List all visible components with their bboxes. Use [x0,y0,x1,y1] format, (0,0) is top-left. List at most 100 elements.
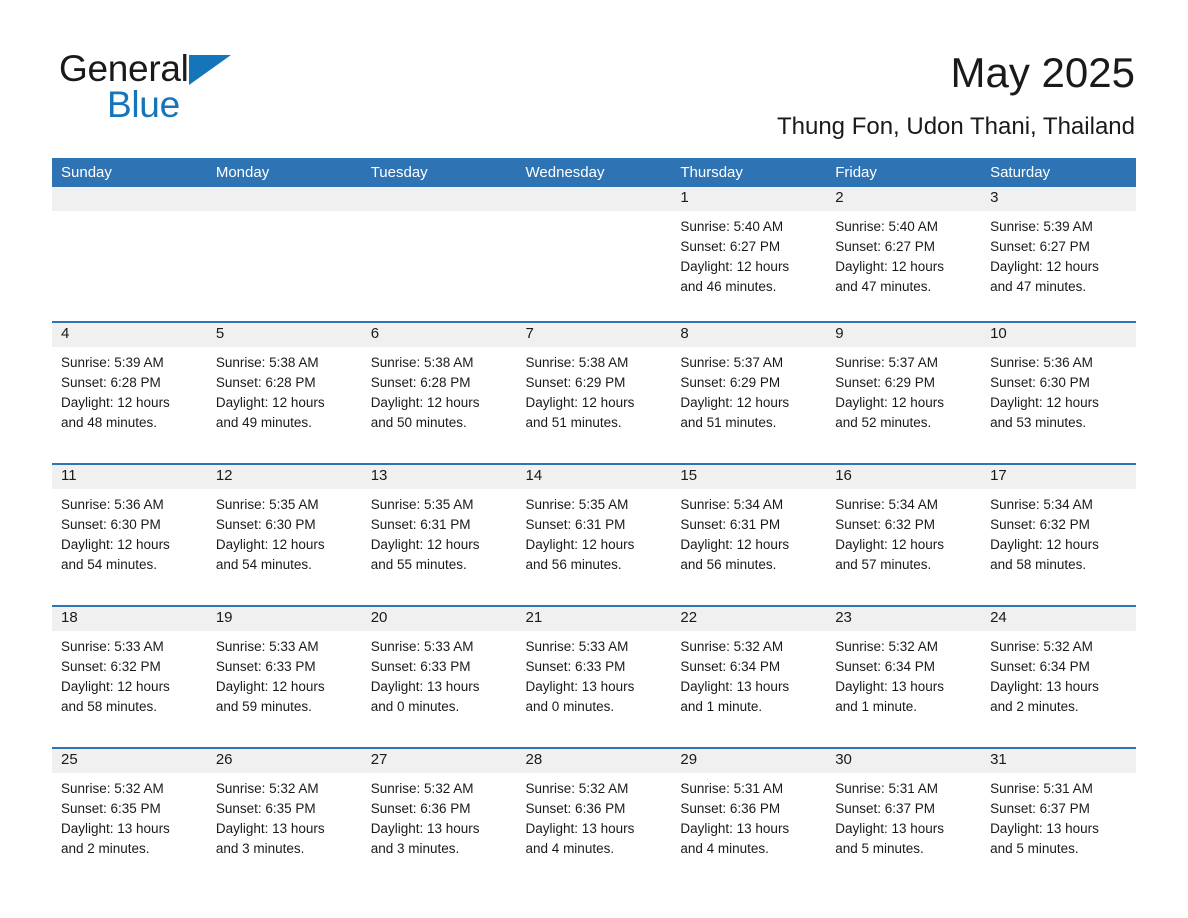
day-number: 10 [981,323,1136,347]
day-detail-line: Sunrise: 5:33 AM [370,639,474,654]
day-detail-line: Sunrise: 5:38 AM [370,355,474,370]
day-detail-line: Sunrise: 5:36 AM [990,355,1093,370]
day-details: Sunrise: 5:32 AM Sunset: 6:34 PM Daylight:… [671,631,826,747]
day-cell[interactable]: 30 Sunrise: 5:31 AM Sunset: 6:37 PM Dayligh… [826,749,982,889]
day-detail-line: Daylight: 12 hours [990,259,1099,274]
day-cell[interactable]: 21 Sunrise: 5:33 AM Sunset: 6:33 PM Dayligh… [516,607,672,747]
day-detail-line: Sunset: 6:36 PM [370,801,471,816]
day-cell[interactable]: 24 Sunrise: 5:32 AM Sunset: 6:34 PM Dayligh… [981,607,1136,747]
day-detail-line: and 58 minutes. [61,699,158,714]
day-cell[interactable]: 25 Sunrise: 5:32 AM Sunset: 6:35 PM Dayligh… [52,749,207,889]
day-number [361,187,517,211]
day-cell[interactable]: 12 Sunrise: 5:35 AM Sunset: 6:30 PM Dayligh… [206,465,362,605]
day-number [52,187,207,211]
day-detail-line: and 47 minutes. [990,279,1087,294]
day-detail-line: and 2 minutes. [61,841,150,856]
day-cell[interactable]: 4 Sunrise: 5:39 AM Sunset: 6:28 PM Daylight… [52,323,207,463]
day-cell[interactable]: 15 Sunrise: 5:34 AM Sunset: 6:31 PM Dayligh… [671,465,827,605]
day-cell-empty [206,187,362,321]
day-cell[interactable]: 14 Sunrise: 5:35 AM Sunset: 6:31 PM Dayligh… [516,465,672,605]
day-cell[interactable]: 23 Sunrise: 5:32 AM Sunset: 6:34 PM Dayligh… [826,607,982,747]
day-details: Sunrise: 5:38 AM Sunset: 6:28 PM Daylight:… [207,347,362,463]
day-cell[interactable]: 28 Sunrise: 5:32 AM Sunset: 6:36 PM Dayligh… [516,749,672,889]
day-details: Sunrise: 5:37 AM Sunset: 6:29 PM Daylight:… [826,347,981,463]
day-details: Sunrise: 5:35 AM Sunset: 6:31 PM Daylight:… [362,489,517,605]
day-detail-line: Sunset: 6:27 PM [990,239,1090,254]
day-detail-line: Sunset: 6:28 PM [370,375,471,390]
day-detail-line: Sunset: 6:33 PM [215,659,316,674]
day-number: 30 [826,749,982,773]
day-cell[interactable]: 27 Sunrise: 5:32 AM Sunset: 6:36 PM Dayligh… [361,749,517,889]
day-cell[interactable]: 2 Sunrise: 5:40 AM Sunset: 6:27 PM Daylight… [826,187,982,321]
day-cell[interactable]: 20 Sunrise: 5:33 AM Sunset: 6:33 PM Dayligh… [361,607,517,747]
day-cell[interactable]: 31 Sunrise: 5:31 AM Sunset: 6:37 PM Dayligh… [981,749,1136,889]
calendar-page: General Blue May 2025 Thung Fon, Udon Th… [0,0,1188,918]
day-detail-line: Daylight: 13 hours [680,679,790,694]
day-cell[interactable]: 6 Sunrise: 5:38 AM Sunset: 6:28 PM Daylight… [361,323,517,463]
weekday-header-monday: Monday [215,164,270,181]
day-number: 18 [52,607,207,631]
day-cell[interactable]: 7 Sunrise: 5:38 AM Sunset: 6:29 PM Daylight… [516,323,672,463]
day-cell[interactable]: 26 Sunrise: 5:32 AM Sunset: 6:35 PM Dayligh… [206,749,362,889]
day-cell[interactable]: 5 Sunrise: 5:38 AM Sunset: 6:28 PM Daylight… [206,323,362,463]
day-cell[interactable]: 10 Sunrise: 5:36 AM Sunset: 6:30 PM Dayligh… [981,323,1136,463]
day-detail-line: Sunset: 6:32 PM [835,517,936,532]
day-cell[interactable]: 18 Sunrise: 5:33 AM Sunset: 6:32 PM Dayligh… [52,607,207,747]
day-cell[interactable]: 17 Sunrise: 5:34 AM Sunset: 6:32 PM Dayligh… [981,465,1136,605]
day-detail-line: and 4 minutes. [525,841,615,856]
day-details: Sunrise: 5:40 AM Sunset: 6:27 PM Daylight:… [671,211,826,321]
day-detail-line: Sunset: 6:28 PM [215,375,316,390]
day-cell[interactable]: 16 Sunrise: 5:34 AM Sunset: 6:32 PM Dayligh… [826,465,982,605]
day-detail-line: Sunset: 6:33 PM [525,659,626,674]
week-cells: 25 Sunrise: 5:32 AM Sunset: 6:35 PM Dayligh… [52,749,1136,889]
day-cell[interactable]: 8 Sunrise: 5:37 AM Sunset: 6:29 PM Daylight… [671,323,827,463]
day-detail-line: and 3 minutes. [370,841,460,856]
day-details: Sunrise: 5:32 AM Sunset: 6:34 PM Daylight:… [826,631,981,747]
day-detail-line: Daylight: 12 hours [215,679,325,694]
day-detail-line: Daylight: 12 hours [835,395,945,410]
day-detail-line: Sunset: 6:35 PM [215,801,316,816]
day-details [362,211,517,321]
day-detail-line: and 55 minutes. [370,557,467,572]
day-detail-line: Sunrise: 5:32 AM [370,781,474,796]
day-detail-line: and 53 minutes. [990,415,1087,430]
day-detail-line: and 58 minutes. [990,557,1087,572]
day-number: 6 [361,323,517,347]
day-detail-line: and 1 minute. [680,699,763,714]
day-details: Sunrise: 5:33 AM Sunset: 6:32 PM Daylight:… [52,631,207,747]
day-cell[interactable]: 3 Sunrise: 5:39 AM Sunset: 6:27 PM Daylight… [981,187,1136,321]
day-detail-line: and 5 minutes. [835,841,924,856]
day-number: 7 [516,323,672,347]
day-number: 23 [826,607,982,631]
week-cells: 11 Sunrise: 5:36 AM Sunset: 6:30 PM Dayligh… [52,465,1136,605]
day-details: Sunrise: 5:36 AM Sunset: 6:30 PM Daylight:… [52,489,207,605]
day-detail-line: Sunrise: 5:31 AM [835,781,939,796]
day-cell[interactable]: 9 Sunrise: 5:37 AM Sunset: 6:29 PM Daylight… [826,323,982,463]
day-cell[interactable]: 1 Sunrise: 5:40 AM Sunset: 6:27 PM Daylight… [671,187,827,321]
day-details [207,211,362,321]
day-detail-line: Sunset: 6:29 PM [680,375,781,390]
day-detail-line: Sunrise: 5:39 AM [990,219,1093,234]
day-number: 27 [361,749,517,773]
day-cell[interactable]: 19 Sunrise: 5:33 AM Sunset: 6:33 PM Dayligh… [206,607,362,747]
day-cell[interactable]: 29 Sunrise: 5:31 AM Sunset: 6:36 PM Dayligh… [671,749,827,889]
day-detail-line: Daylight: 12 hours [370,395,480,410]
day-details: Sunrise: 5:38 AM Sunset: 6:28 PM Daylight:… [362,347,517,463]
day-number: 9 [826,323,982,347]
day-detail-line: and 51 minutes. [680,415,777,430]
day-cell[interactable]: 22 Sunrise: 5:32 AM Sunset: 6:34 PM Dayligh… [671,607,827,747]
day-detail-line: Sunset: 6:36 PM [680,801,781,816]
day-detail-line: Sunset: 6:36 PM [525,801,626,816]
day-detail-line: and 46 minutes. [680,279,777,294]
day-detail-line: Sunset: 6:30 PM [215,517,316,532]
day-detail-line: Sunset: 6:37 PM [835,801,936,816]
day-detail-line: Daylight: 12 hours [680,259,790,274]
day-detail-line: and 0 minutes. [525,699,615,714]
page-subtitle: Thung Fon, Udon Thani, Thailand [776,113,1135,140]
day-cell[interactable]: 13 Sunrise: 5:35 AM Sunset: 6:31 PM Dayligh… [361,465,517,605]
day-cell[interactable]: 11 Sunrise: 5:36 AM Sunset: 6:30 PM Dayligh… [52,465,207,605]
day-detail-line: and 48 minutes. [61,415,158,430]
day-number: 28 [516,749,672,773]
page-header: General Blue May 2025 Thung Fon, Udon Th… [0,0,1188,158]
day-detail-line: Sunset: 6:35 PM [61,801,161,816]
